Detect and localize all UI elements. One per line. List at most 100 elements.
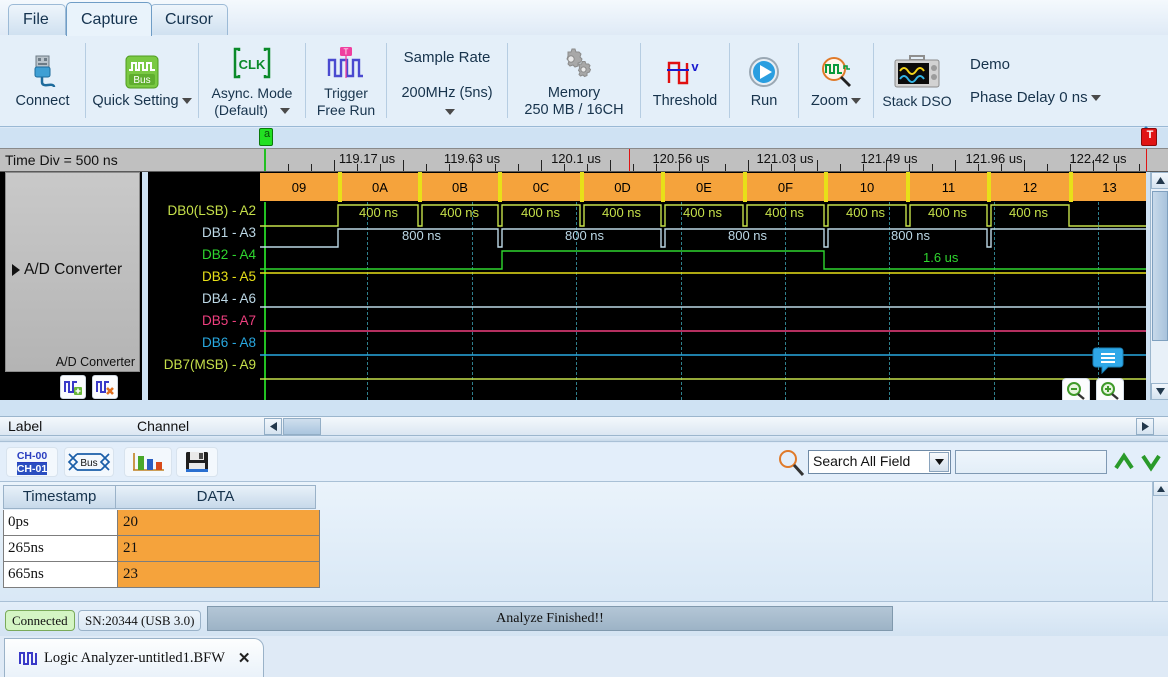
scroll-down-button[interactable] <box>1151 383 1168 400</box>
bus-cell[interactable]: 09 <box>260 172 338 202</box>
chevron-down-icon[interactable] <box>445 109 455 115</box>
chevron-down-icon[interactable] <box>851 98 861 104</box>
waveform-db4 <box>260 292 1146 316</box>
ruler-label-6: 121.96 us <box>965 151 1022 166</box>
usb-plug-icon <box>26 52 60 92</box>
collapse-triangle-icon[interactable] <box>12 264 20 276</box>
trigger-label-2: Free Run <box>317 102 375 118</box>
zoom-label-wrap: Zoom <box>811 93 861 109</box>
db1-pulse-label: 800 ns <box>565 228 604 243</box>
zoom-in-button[interactable] <box>1096 378 1124 400</box>
bus-cell[interactable]: 0C <box>502 172 580 202</box>
bus-cell[interactable]: 10 <box>828 172 906 202</box>
label-column-header: Label <box>8 418 42 434</box>
bus-cell[interactable]: 0A <box>342 172 418 202</box>
document-tab[interactable]: Logic Analyzer-untitled1.BFW ✕ <box>4 638 264 677</box>
hscroll-right-button[interactable] <box>1136 418 1154 435</box>
chart-view-button[interactable] <box>124 447 172 477</box>
search-scope-dropdown-button[interactable] <box>929 452 949 472</box>
async-mode-button[interactable]: CLK Async. Mode (Default) <box>199 35 305 126</box>
table-header-timestamp[interactable]: Timestamp <box>3 485 116 509</box>
group-panel: A/D Converter A/D Converter <box>0 172 145 400</box>
table-vscrollbar[interactable] <box>1152 481 1168 601</box>
search-next-button[interactable] <box>1140 451 1162 478</box>
channel-label-db3[interactable]: DB3 - A5 <box>202 269 256 284</box>
tab-cursor[interactable]: Cursor <box>150 4 228 36</box>
connect-button[interactable]: Connect <box>0 35 85 126</box>
waveform-plot[interactable]: 09 0A 0B 0C 0D 0E 0F 10 11 12 13 <box>260 172 1146 400</box>
cursor-marker-a[interactable]: a <box>259 128 273 146</box>
sample-rate-value: 200MHz (5ns) <box>401 85 492 101</box>
waveform-vscrollbar[interactable] <box>1150 172 1168 400</box>
svg-text:CLK: CLK <box>239 57 266 72</box>
search-input[interactable] <box>955 450 1107 474</box>
chevron-down-icon[interactable] <box>182 98 192 104</box>
time-ruler[interactable]: Time Div = 500 ns <box>0 148 1168 172</box>
channel-pair-button[interactable]: CH-00 CH-01 <box>6 447 58 477</box>
chevron-down-icon[interactable] <box>1091 95 1101 101</box>
channel-label-db0[interactable]: DB0(LSB) - A2 <box>167 203 256 218</box>
bus-cell[interactable]: 0B <box>422 172 498 202</box>
channel-name-list: DB0(LSB) - A2 DB1 - A3 DB2 - A4 DB3 - A5… <box>148 172 260 400</box>
search-prev-button[interactable] <box>1113 451 1135 478</box>
demo-label: Demo <box>970 56 1010 73</box>
bus-cell[interactable]: 0E <box>665 172 743 202</box>
trigger-button[interactable]: T Trigger Free Run <box>306 35 386 126</box>
table-row[interactable]: 265ns 21 <box>3 536 320 562</box>
cell-data: 20 <box>118 510 320 536</box>
tab-capture[interactable]: Capture <box>66 2 152 36</box>
quick-setting-label: Quick Setting <box>92 93 178 109</box>
hscroll-left-button[interactable] <box>264 418 282 435</box>
bus-cell[interactable]: 11 <box>910 172 987 202</box>
remove-channel-button[interactable] <box>92 375 118 399</box>
channel-label-db1[interactable]: DB1 - A3 <box>202 225 256 240</box>
trigger-marker-t-label: T <box>1142 129 1158 141</box>
quick-setting-button[interactable]: Bus Quick Setting <box>86 35 198 126</box>
chevron-down-icon[interactable] <box>280 108 290 114</box>
scroll-thumb[interactable] <box>1152 191 1168 341</box>
bus-cell[interactable]: 12 <box>991 172 1069 202</box>
search-scope-select[interactable]: Search All Field <box>808 450 951 474</box>
bus-cell[interactable]: 13 <box>1073 172 1146 202</box>
channel-label-db6[interactable]: DB6 - A8 <box>202 335 256 350</box>
close-icon[interactable]: ✕ <box>238 649 251 668</box>
bus-cell[interactable]: 0D <box>584 172 661 202</box>
table-row[interactable]: 665ns 23 <box>3 562 320 588</box>
bus-cell[interactable]: 0F <box>747 172 824 202</box>
tab-file[interactable]: File <box>8 4 66 36</box>
phase-delay-control[interactable]: Phase Delay 0 ns <box>970 89 1101 106</box>
add-channel-button[interactable] <box>60 375 86 399</box>
table-row[interactable]: 0ps 20 <box>3 510 320 536</box>
bus-decode-button[interactable]: Bus <box>64 447 114 477</box>
hscroll-thumb[interactable] <box>283 418 321 435</box>
zoom-out-button[interactable] <box>1062 378 1090 400</box>
sample-rate-control[interactable]: Sample Rate 200MHz (5ns) <box>387 35 507 126</box>
threshold-button[interactable]: v Threshold <box>641 35 729 126</box>
ad-converter-title: A/D Converter <box>24 261 122 278</box>
save-data-button[interactable] <box>176 447 218 477</box>
async-mode-label-2: (Default) <box>214 102 268 118</box>
search-button[interactable] <box>776 448 806 483</box>
play-icon <box>746 52 782 92</box>
channel-label-db2[interactable]: DB2 - A4 <box>202 247 256 262</box>
stack-dso-button[interactable]: Stack DSO <box>874 35 960 126</box>
zoom-button[interactable]: Zoom <box>799 35 873 126</box>
connection-status-badge: Connected <box>5 610 75 631</box>
ad-converter-group[interactable]: A/D Converter A/D Converter <box>5 172 140 372</box>
async-mode-label-1: Async. Mode <box>212 85 293 101</box>
scroll-up-button[interactable] <box>1151 172 1168 189</box>
splitter[interactable] <box>0 437 1168 442</box>
memory-button[interactable]: Memory 250 MB / 16CH <box>508 35 640 126</box>
bus-decode-label: Bus <box>80 458 97 469</box>
trigger-marker-t[interactable]: T <box>1141 128 1157 146</box>
channel-label-db4[interactable]: DB4 - A6 <box>202 291 256 306</box>
channel-pair-icon-line1: CH-00 <box>17 450 47 463</box>
run-button[interactable]: Run <box>730 35 798 126</box>
table-scroll-up-button[interactable] <box>1153 481 1168 496</box>
ruler-label-0: 119.17 us <box>339 151 395 166</box>
channel-label-db5[interactable]: DB5 - A7 <box>202 313 256 328</box>
table-header-data[interactable]: DATA <box>116 485 316 509</box>
note-bubble-button[interactable] <box>1092 346 1124 374</box>
ad-converter-title-wrap: A/D Converter <box>12 261 122 279</box>
channel-label-db7[interactable]: DB7(MSB) - A9 <box>164 357 256 372</box>
